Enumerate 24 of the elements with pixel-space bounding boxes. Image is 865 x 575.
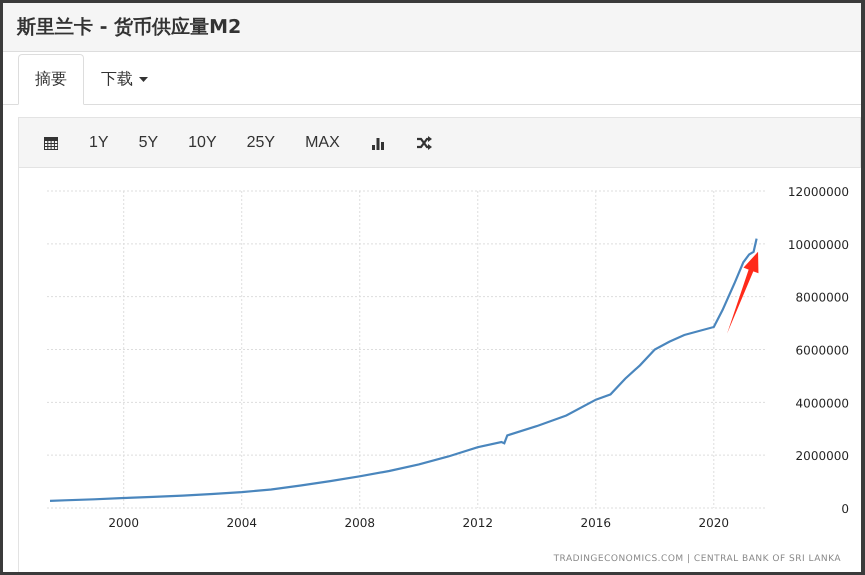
shuffle-icon: [416, 134, 432, 150]
window-title: 斯里兰卡 - 货币供应量M2: [17, 15, 242, 40]
source-credit: TRADINGECONOMICS.COM | CENTRAL BANK OF SRI LANKA: [554, 554, 841, 564]
range-button[interactable]: 25Y: [234, 130, 288, 156]
x-axis-label: 2000: [108, 516, 139, 530]
y-axis-label: 12000000: [788, 185, 849, 199]
range-button[interactable]: 10Y: [176, 130, 229, 156]
range-button[interactable]: MAX: [293, 130, 352, 156]
x-axis-label: 2016: [580, 516, 612, 530]
x-axis-label: 2012: [462, 516, 494, 530]
x-axis-label: 2008: [344, 516, 376, 530]
range-button[interactable]: 5Y: [126, 130, 170, 156]
calendar-icon: [43, 134, 59, 150]
y-axis-label: 4000000: [796, 396, 849, 410]
x-axis-label: 2020: [698, 516, 730, 530]
tab[interactable]: 下载: [84, 54, 165, 105]
y-axis-label: 8000000: [796, 290, 849, 305]
x-axis-label: 2004: [226, 516, 257, 530]
y-axis-label: 10000000: [788, 238, 849, 252]
y-axis-label: 0: [841, 502, 849, 516]
range-button[interactable]: 1Y: [77, 130, 121, 156]
y-axis-label: 6000000: [796, 344, 849, 358]
tab[interactable]: 摘要: [18, 54, 84, 105]
y-axis-label: 2000000: [796, 449, 849, 464]
